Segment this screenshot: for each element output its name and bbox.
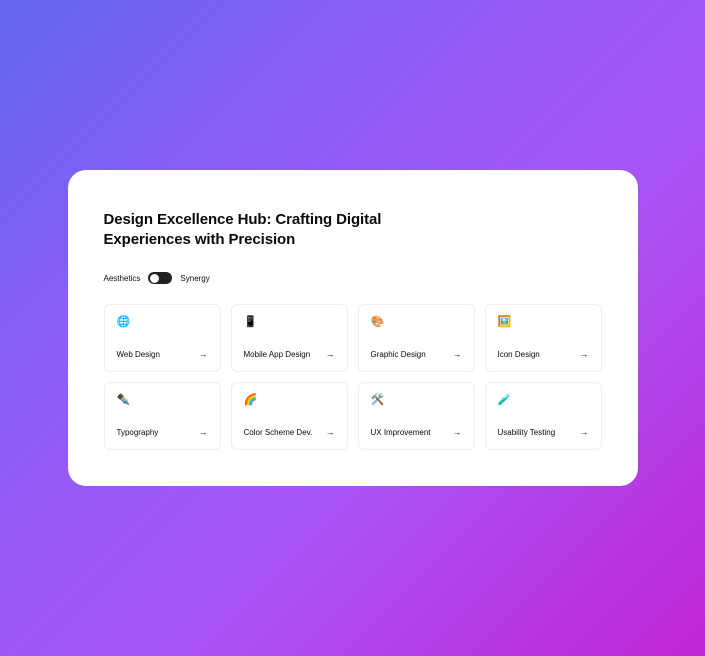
arrow-right-icon: → <box>580 349 589 359</box>
pen-icon: ✒️ <box>117 395 208 406</box>
frame-icon: 🖼️ <box>498 317 589 328</box>
arrow-right-icon: → <box>326 349 335 359</box>
tile-typography[interactable]: ✒️ Typography → <box>104 382 221 450</box>
tile-label: Typography <box>117 428 159 437</box>
tile-label: Icon Design <box>498 350 540 359</box>
page-title: Design Excellence Hub: Crafting Digital … <box>104 210 424 251</box>
tile-label: UX Improvement <box>371 428 431 437</box>
aesthetics-synergy-toggle[interactable] <box>148 272 172 284</box>
tile-mobile-app-design[interactable]: 📱 Mobile App Design → <box>231 304 348 372</box>
toggle-label-left: Aesthetics <box>104 274 141 283</box>
arrow-right-icon: → <box>326 427 335 437</box>
tile-grid: 🌐 Web Design → 📱 Mobile App Design → 🎨 G… <box>104 304 602 450</box>
tile-footer: Color Scheme Dev. → <box>244 427 335 437</box>
tile-footer: Graphic Design → <box>371 349 462 359</box>
arrow-right-icon: → <box>453 349 462 359</box>
tile-label: Web Design <box>117 350 160 359</box>
tile-footer: Mobile App Design → <box>244 349 335 359</box>
tile-footer: Typography → <box>117 427 208 437</box>
tile-web-design[interactable]: 🌐 Web Design → <box>104 304 221 372</box>
tile-footer: UX Improvement → <box>371 427 462 437</box>
toggle-row: Aesthetics Synergy <box>104 272 602 284</box>
main-card: Design Excellence Hub: Crafting Digital … <box>68 170 638 487</box>
tile-footer: Usability Testing → <box>498 427 589 437</box>
palette-icon: 🎨 <box>371 317 462 328</box>
tile-label: Usability Testing <box>498 428 556 437</box>
tools-icon: 🛠️ <box>371 395 462 406</box>
testtube-icon: 🧪 <box>498 395 589 406</box>
mobile-icon: 📱 <box>244 317 335 328</box>
tile-color-scheme[interactable]: 🌈 Color Scheme Dev. → <box>231 382 348 450</box>
arrow-right-icon: → <box>199 427 208 437</box>
tile-ux-improvement[interactable]: 🛠️ UX Improvement → <box>358 382 475 450</box>
tile-usability-testing[interactable]: 🧪 Usability Testing → <box>485 382 602 450</box>
arrow-right-icon: → <box>580 427 589 437</box>
toggle-label-right: Synergy <box>180 274 209 283</box>
rainbow-icon: 🌈 <box>244 395 335 406</box>
tile-footer: Icon Design → <box>498 349 589 359</box>
arrow-right-icon: → <box>199 349 208 359</box>
tile-footer: Web Design → <box>117 349 208 359</box>
tile-graphic-design[interactable]: 🎨 Graphic Design → <box>358 304 475 372</box>
tile-label: Color Scheme Dev. <box>244 428 313 437</box>
arrow-right-icon: → <box>453 427 462 437</box>
globe-icon: 🌐 <box>117 317 208 328</box>
tile-label: Mobile App Design <box>244 350 311 359</box>
tile-icon-design[interactable]: 🖼️ Icon Design → <box>485 304 602 372</box>
toggle-knob <box>150 274 159 283</box>
tile-label: Graphic Design <box>371 350 426 359</box>
